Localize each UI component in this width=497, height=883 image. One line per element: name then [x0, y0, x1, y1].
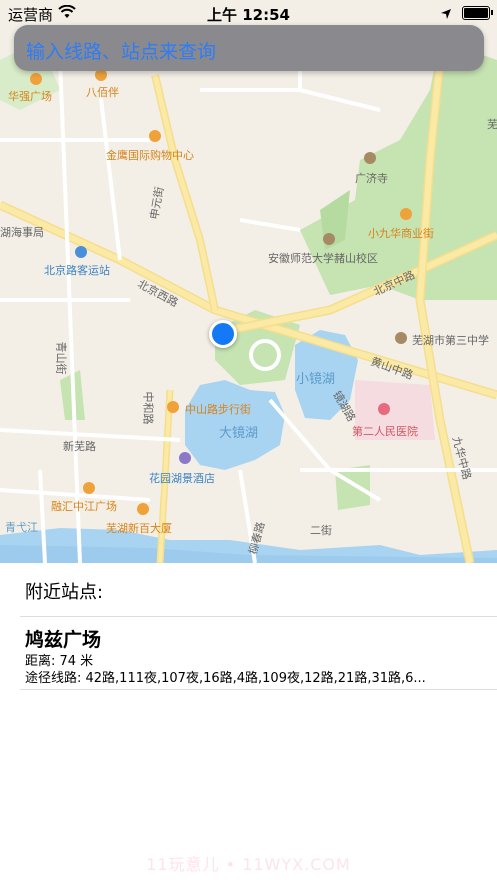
nearby-section-title: 附近站点:	[25, 582, 104, 603]
hotel-icon[interactable]	[179, 452, 191, 464]
poi-label[interactable]: 第二人民医院	[352, 423, 418, 439]
hospital-icon[interactable]	[378, 403, 390, 415]
poi-label[interactable]: 八佰伴	[86, 84, 119, 100]
shopping-icon[interactable]	[149, 130, 161, 142]
location-arrow-icon	[440, 6, 452, 24]
temple-icon[interactable]	[364, 152, 376, 164]
poi-label[interactable]: 金鹰国际购物中心	[106, 147, 194, 163]
battery-icon	[462, 6, 493, 20]
poi-label[interactable]: 中山路步行街	[185, 401, 251, 417]
poi-label[interactable]: 花园湖景酒店	[149, 470, 215, 486]
status-bar: 运营商 上午 12:54	[0, 0, 497, 26]
map-view[interactable]: 华强广场 八佰伴 金鹰国际购物中心 广济寺 湖海事局 北京路客运站 小九华商业街…	[0, 0, 497, 563]
poi-label[interactable]: 融汇中江广场	[51, 498, 117, 514]
poi-label[interactable]: 小九华商业街	[368, 225, 434, 241]
poi-label[interactable]: 湖海事局	[0, 224, 44, 240]
lake-label: 大镜湖	[219, 426, 259, 441]
poi-label[interactable]: 广济寺	[355, 170, 388, 186]
river-label: 青弋江	[5, 521, 38, 534]
clock: 上午 12:54	[207, 6, 290, 24]
lake-label: 小镜湖	[296, 372, 336, 387]
divider	[20, 616, 497, 617]
shopping-icon[interactable]	[30, 73, 42, 85]
shopping-icon[interactable]	[167, 401, 179, 413]
station-name: 鸠兹广场	[25, 629, 102, 651]
search-input[interactable]: 输入线路、站点来查询	[14, 25, 484, 71]
bus-station-icon[interactable]	[75, 246, 87, 258]
shopping-icon[interactable]	[400, 208, 412, 220]
poi-label[interactable]: 芜湖新百大厦	[106, 520, 172, 536]
poi-label: 芜	[487, 118, 497, 131]
station-lines: 途径线路: 42路,111夜,107夜,16路,4路,109夜,12路,21路,…	[25, 671, 426, 686]
school-icon[interactable]	[395, 332, 407, 344]
poi-label[interactable]: 安徽师范大学赭山校区	[268, 250, 378, 266]
search-placeholder: 输入线路、站点来查询	[26, 41, 217, 63]
road-label: 青山街	[54, 341, 68, 375]
poi-label[interactable]: 北京路客运站	[44, 262, 110, 278]
watermark: 11玩意儿 • 11WYX.COM	[146, 855, 351, 874]
user-location-marker	[209, 320, 237, 348]
road-label: 二街	[310, 524, 332, 537]
divider	[20, 689, 497, 690]
poi-label[interactable]: 华强广场	[8, 88, 52, 104]
road-label: 中和路	[141, 391, 155, 425]
road-label: 新芜路	[63, 440, 96, 453]
shopping-icon[interactable]	[137, 503, 149, 515]
school-icon[interactable]	[323, 233, 335, 245]
shopping-icon[interactable]	[83, 482, 95, 494]
poi-label[interactable]: 芜湖市第三中学	[412, 332, 489, 348]
